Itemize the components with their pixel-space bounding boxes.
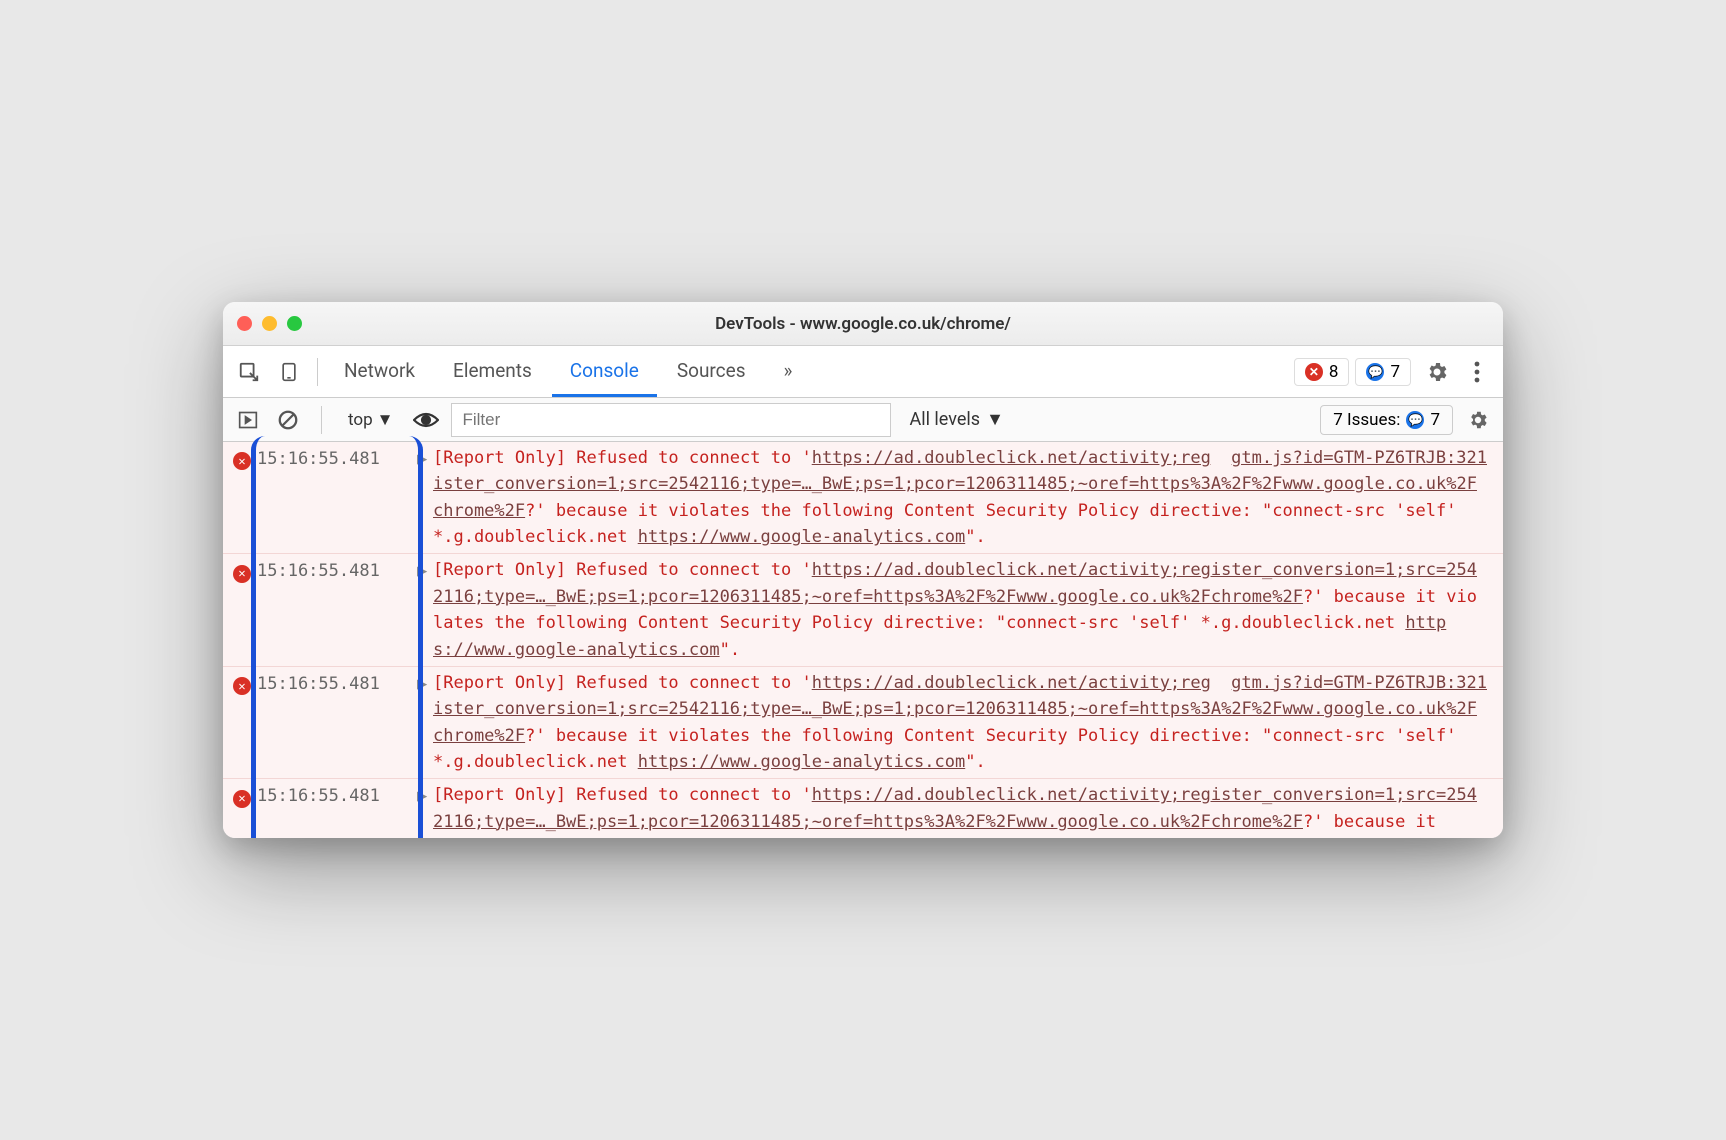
- tab-console[interactable]: Console: [552, 346, 657, 397]
- devtools-window: DevTools - www.google.co.uk/chrome/ Netw…: [223, 302, 1503, 838]
- timestamp: 15:16:55.481: [257, 670, 417, 775]
- url-link[interactable]: https://www.google-analytics.com: [638, 752, 966, 772]
- message-counter[interactable]: 💬 7: [1355, 358, 1411, 386]
- message-count: 7: [1390, 362, 1400, 382]
- expand-caret-icon[interactable]: ▶: [417, 557, 433, 662]
- console-subbar: top ▼ All levels ▼ 7 Issues: 💬 7: [223, 398, 1503, 442]
- context-label: top: [348, 410, 373, 430]
- url-link[interactable]: http: [812, 673, 853, 693]
- message-body: gtm.js?id=GTM-PZ6TRJB:321 [Report Only] …: [433, 670, 1497, 775]
- source-link[interactable]: gtm.js?id=GTM-PZ6TRJB:321: [1231, 445, 1487, 471]
- tab-elements[interactable]: Elements: [435, 346, 550, 397]
- window-title: DevTools - www.google.co.uk/chrome/: [223, 314, 1503, 334]
- tab-sources[interactable]: Sources: [659, 346, 764, 397]
- error-counter[interactable]: ✕ 8: [1294, 358, 1350, 386]
- error-icon: ✕: [233, 445, 257, 550]
- close-window[interactable]: [237, 316, 252, 331]
- panel-tabs: Network Elements Console Sources »: [326, 346, 810, 397]
- error-count: 8: [1329, 362, 1339, 382]
- timestamp: 15:16:55.481: [257, 445, 417, 550]
- expand-caret-icon[interactable]: ▶: [417, 782, 433, 835]
- expand-caret-icon[interactable]: ▶: [417, 670, 433, 775]
- issues-icon: 💬: [1406, 411, 1424, 429]
- console-error-row[interactable]: ✕ 15:16:55.481 ▶ gtm.js?id=GTM-PZ6TRJB:3…: [223, 442, 1503, 554]
- filter-input[interactable]: [451, 403, 891, 437]
- context-selector[interactable]: top ▼: [340, 408, 401, 432]
- divider: [321, 406, 322, 434]
- message-body: gtm.js?id=GTM-PZ6TRJB:321 [Report Only] …: [433, 445, 1497, 550]
- maximize-window[interactable]: [287, 316, 302, 331]
- device-toggle-icon[interactable]: [269, 352, 309, 392]
- message-body: [Report Only] Refused to connect to 'htt…: [433, 782, 1497, 835]
- error-icon: ✕: [1305, 363, 1323, 381]
- titlebar: DevTools - www.google.co.uk/chrome/: [223, 302, 1503, 346]
- message-body: [Report Only] Refused to connect to 'htt…: [433, 557, 1497, 662]
- kebab-menu-icon[interactable]: [1457, 352, 1497, 392]
- main-toolbar: Network Elements Console Sources » ✕ 8 💬…: [223, 346, 1503, 398]
- issues-count: 7: [1430, 410, 1440, 430]
- log-levels-selector[interactable]: All levels ▼: [901, 409, 1011, 430]
- console-error-row[interactable]: ✕ 15:16:55.481 ▶ [Report Only] Refused t…: [223, 779, 1503, 838]
- chevron-down-icon: ▼: [986, 409, 1004, 430]
- levels-label: All levels: [909, 409, 980, 430]
- minimize-window[interactable]: [262, 316, 277, 331]
- issues-button[interactable]: 7 Issues: 💬 7: [1320, 405, 1453, 435]
- window-controls: [237, 316, 302, 331]
- error-icon: ✕: [233, 670, 257, 775]
- console-settings-gear-icon[interactable]: [1463, 405, 1493, 435]
- tab-network[interactable]: Network: [326, 346, 433, 397]
- inspect-element-icon[interactable]: [229, 352, 269, 392]
- url-link[interactable]: http: [812, 448, 853, 468]
- show-sidebar-icon[interactable]: [233, 405, 263, 435]
- tab-more[interactable]: »: [766, 346, 811, 397]
- console-error-row[interactable]: ✕ 15:16:55.481 ▶ gtm.js?id=GTM-PZ6TRJB:3…: [223, 667, 1503, 779]
- error-icon: ✕: [233, 782, 257, 835]
- timestamp: 15:16:55.481: [257, 557, 417, 662]
- message-icon: 💬: [1366, 363, 1384, 381]
- clear-console-icon[interactable]: [273, 405, 303, 435]
- divider: [317, 358, 318, 386]
- settings-gear-icon[interactable]: [1417, 352, 1457, 392]
- chevron-down-icon: ▼: [377, 410, 394, 430]
- issues-label: 7 Issues:: [1333, 410, 1400, 430]
- expand-caret-icon[interactable]: ▶: [417, 445, 433, 550]
- console-output: ✕ 15:16:55.481 ▶ gtm.js?id=GTM-PZ6TRJB:3…: [223, 442, 1503, 838]
- url-link[interactable]: https://www.google-analytics.com: [638, 527, 966, 547]
- timestamp: 15:16:55.481: [257, 782, 417, 835]
- source-link[interactable]: gtm.js?id=GTM-PZ6TRJB:321: [1231, 670, 1487, 696]
- console-error-row[interactable]: ✕ 15:16:55.481 ▶ [Report Only] Refused t…: [223, 554, 1503, 666]
- live-expression-icon[interactable]: [411, 405, 441, 435]
- error-icon: ✕: [233, 557, 257, 662]
